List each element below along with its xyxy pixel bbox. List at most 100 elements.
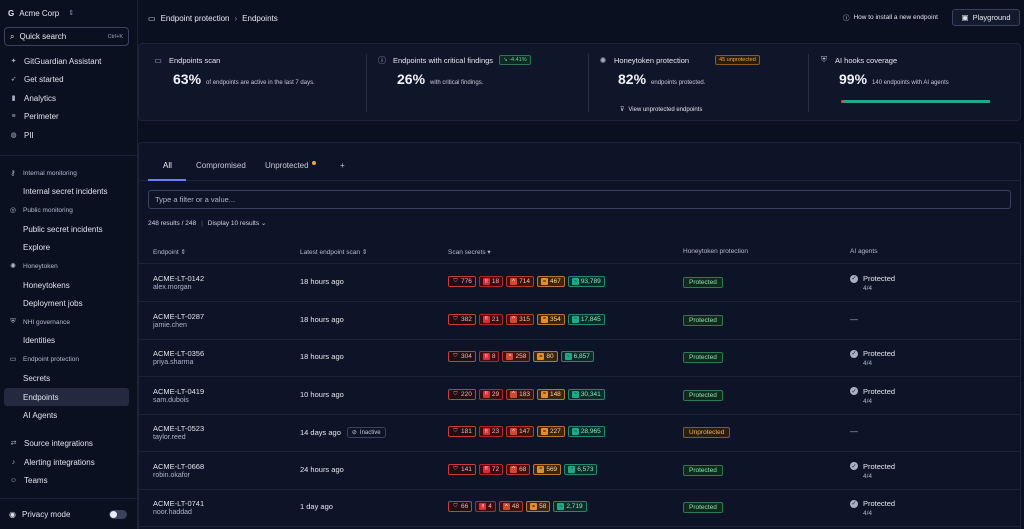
table-row[interactable]: ACME-LT-0523 taylor.reed 14 days ago ⊘ Inact… — [139, 415, 1020, 452]
sidebar-item-secrets[interactable]: Secrets — [4, 369, 129, 387]
table-row[interactable]: ACME-LT-0668 robin.okafor 24 hours ago ⛉ 141… — [139, 453, 1020, 490]
sidebar-item-source-integrations[interactable]: ⇄ Source integrations — [4, 434, 129, 452]
stats-panel: ▭ Endpoints scan 63% of endpoints are acti… — [138, 43, 1021, 121]
ai-agents-status: ✓ Protected 4/4 — [850, 349, 895, 367]
latest-scan-label: 1 day ago — [300, 502, 333, 511]
quick-search[interactable]: ⌕ Quick search Ctrl+K — [4, 27, 129, 46]
howto-link[interactable]: ⓘ How to install a new endpoint — [843, 12, 938, 23]
monitor-icon: ▭ — [9, 356, 17, 363]
chip-value: 8 — [491, 353, 496, 360]
high-chip: ^ 68 — [506, 463, 531, 475]
stat-ai-hooks-coverage: ⛨ AI hooks coverage 99% 140 endpoints with… — [819, 54, 1014, 112]
coverage-bar-uncovered — [841, 100, 843, 103]
sidebar-item-alerting-integrations[interactable]: ♪ Alerting integrations — [4, 453, 129, 471]
shield-icon: ⛉ — [453, 428, 458, 434]
sidebar-item-endpoints[interactable]: Endpoints — [4, 388, 129, 406]
tab-unprotected[interactable]: Unprotected — [265, 161, 316, 170]
secrets-chips: ⛉ 382 ‼ 21 ^ 315 = 354 ~17,845 — [448, 313, 605, 325]
section-title: Internal monitoring — [23, 169, 77, 177]
low-icon: ~ — [571, 390, 579, 398]
medium-chip: = 467 — [536, 276, 565, 287]
sidebar-item-pii[interactable]: ◍ PII — [4, 126, 129, 144]
endpoint-user: sam.dubois — [153, 396, 189, 404]
table-row[interactable]: ACME-LT-0741 noor.haddad 1 day ago ⛉ 66 ‼ 4 ^ 48… — [139, 490, 1020, 527]
medium-icon: = — [530, 503, 538, 510]
add-tab-button[interactable]: + — [340, 161, 345, 170]
chip-value: 382 — [461, 315, 472, 323]
ai-count: — — [850, 314, 858, 324]
sidebar-item-assistant[interactable]: ✦ GitGuardian Assistant — [4, 52, 129, 70]
total-secrets-chip: ⛉ 304 — [448, 351, 476, 362]
table-row[interactable]: ACME-LT-0287 jamie.chen 18 hours ago ⛉ 382 ‼ 2… — [139, 303, 1020, 340]
sidebar-item-label: Get started — [24, 74, 64, 84]
sidebar-item-explore[interactable]: Explore — [4, 238, 129, 256]
check-circle-icon: ✓ — [850, 387, 858, 395]
latest-scan-label: 18 hours ago — [300, 277, 344, 286]
section-endpoint-protection: ▭ Endpoint protection — [9, 353, 79, 365]
chip-value: 148 — [549, 390, 561, 398]
chip-value: 141 — [461, 465, 472, 473]
display-count-select[interactable]: Display 10 results ⌄ — [208, 219, 267, 227]
sidebar: G Acme Corp ⇕ ⌕ Quick search Ctrl+K ✦ Git… — [0, 0, 138, 529]
sidebar-item-deployment-jobs[interactable]: Deployment jobs — [4, 294, 129, 312]
stat-title: Honeytoken protection — [614, 55, 690, 65]
col-latest-scan[interactable]: Latest endpoint scan ⇕ — [300, 248, 367, 256]
sidebar-item-analytics[interactable]: ▮ Analytics — [4, 89, 129, 107]
critical-chip: ‼ 18 — [478, 276, 504, 287]
high-icon: ^ — [510, 278, 518, 285]
endpoint-name[interactable]: ACME-LT-0287 — [153, 312, 204, 321]
endpoint-user: noor.haddad — [153, 509, 192, 516]
filter-input[interactable]: Type a filter or a value... — [148, 190, 1011, 209]
playground-button[interactable]: ▣ Playground — [952, 9, 1020, 26]
delta-badge: ↘ -4.41% — [499, 55, 531, 65]
sidebar-item-ai-agents[interactable]: AI Agents — [4, 406, 129, 424]
ai-agents-status: ✓ Protected 4/4 — [850, 274, 895, 292]
latest-scan: 24 hours ago — [300, 465, 344, 474]
endpoint-name[interactable]: ACME-LT-0668 — [153, 462, 204, 471]
endpoint-name[interactable]: ACME-LT-0356 — [153, 349, 204, 358]
honeytoken-status: Protected — [683, 352, 723, 363]
sidebar-item-get-started[interactable]: ➶ Get started — [4, 70, 129, 88]
total-secrets-chip: ⛉ 66 — [448, 501, 473, 512]
sidebar-item-internal-secret-incidents[interactable]: Internal secret incidents — [4, 182, 129, 200]
critical-icon: ‼ — [482, 390, 490, 398]
low-chip: ~2,719 — [553, 501, 587, 512]
breadcrumb-item-endpoint-protection[interactable]: Endpoint protection — [161, 14, 230, 23]
endpoint-name[interactable]: ACME-LT-0741 — [153, 499, 204, 508]
sidebar-item-perimeter[interactable]: ≡ Perimeter — [4, 107, 129, 125]
unread-dot-icon — [311, 161, 316, 165]
chip-value: 18 — [491, 278, 500, 285]
table-row[interactable]: ACME-LT-0142 alex.morgan 18 hours ago ⛉ 776 ‼… — [139, 265, 1020, 302]
endpoint-name[interactable]: ACME-LT-0142 — [153, 274, 204, 283]
sidebar-item-public-secret-incidents[interactable]: Public secret incidents — [4, 220, 129, 238]
view-unprotected-link[interactable]: ⊽ View unprotected endpoints — [620, 106, 702, 114]
org-switcher[interactable]: G Acme Corp ⇕ — [8, 7, 74, 19]
chip-value: 93,789 — [580, 278, 601, 285]
sidebar-item-identities[interactable]: Identities — [4, 331, 129, 349]
honeytoken-status: Protected — [683, 314, 723, 326]
privacy-mode-toggle[interactable] — [109, 509, 127, 519]
sidebar-item-teams[interactable]: ☺ Teams — [4, 471, 129, 489]
table-row[interactable]: ACME-LT-0356 priya.sharma 18 hours ago ⛉ 304… — [139, 340, 1020, 377]
tab-all[interactable]: All — [163, 161, 172, 170]
total-secrets-chip: ⛉ 776 — [448, 276, 476, 287]
endpoint-name[interactable]: ACME-LT-0523 — [153, 424, 204, 433]
filter-icon: ⊽ — [620, 107, 625, 113]
chip-value: 23 — [491, 428, 500, 435]
sidebar-item-honeytokens[interactable]: Honeytokens — [4, 276, 129, 294]
high-chip: ^ 258 — [502, 351, 531, 362]
tab-compromised[interactable]: Compromised — [196, 161, 246, 170]
high-chip: ^ 315 — [506, 313, 534, 325]
latest-scan-label: 14 days ago — [300, 428, 341, 437]
table-row[interactable]: ACME-LT-0419 sam.dubois 10 hours ago ⛉ 220 ‼ 2… — [139, 378, 1020, 415]
col-endpoint[interactable]: Endpoint ⇕ — [153, 248, 186, 256]
latest-scan: 10 hours ago — [300, 390, 344, 399]
endpoint-name[interactable]: ACME-LT-0419 — [153, 387, 204, 396]
honeytoken-status: Unprotected — [683, 427, 731, 438]
honeytoken-status: Protected — [683, 277, 723, 288]
stat-critical-findings: ⓘ Endpoints with critical findings ↘ -4.41… — [377, 54, 592, 112]
critical-chip: ‼ 23 — [478, 426, 504, 437]
section-nhi-governance: ⛨ NHI governance — [9, 316, 70, 328]
col-scan-secrets[interactable]: Scan secrets ▾ — [448, 248, 491, 256]
medium-icon: = — [537, 353, 545, 360]
